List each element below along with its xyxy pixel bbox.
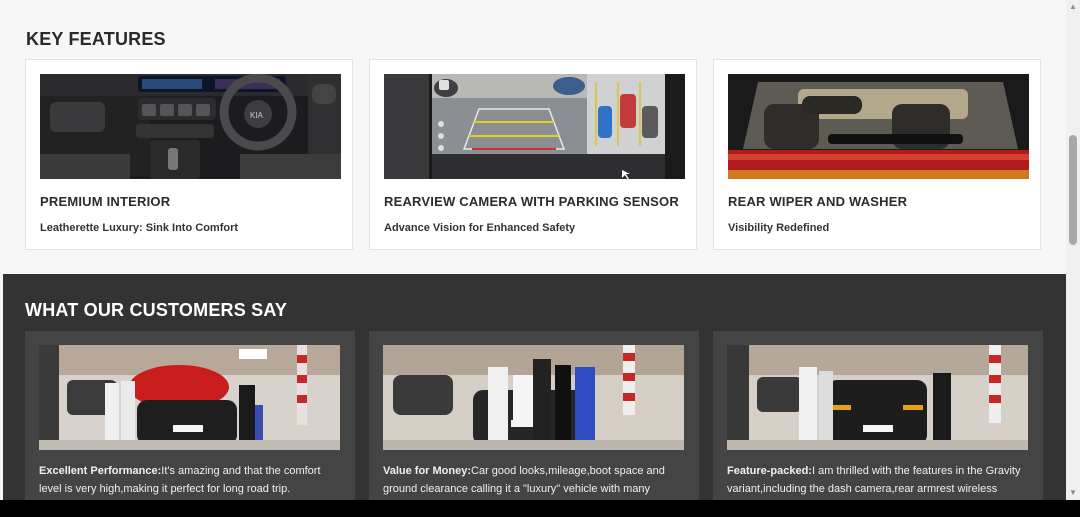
customer-delivery-photo <box>383 345 684 450</box>
scrollbar-thumb[interactable] <box>1069 135 1077 245</box>
feature-card-premium-interior[interactable]: KIA PREMIUM INTERIOR Leatherette Luxury:… <box>25 59 353 250</box>
testimonial-label: Excellent Performance: <box>39 465 162 477</box>
testimonial-text: Excellent Performance:It's amazing and t… <box>39 462 339 498</box>
feature-card-rear-wiper[interactable]: REAR WIPER AND WASHER Visibility Redefin… <box>713 59 1041 250</box>
testimonial-card[interactable]: Feature-packed:I am thrilled with the fe… <box>713 331 1043 500</box>
testimonials-title: WHAT OUR CUSTOMERS SAY <box>25 300 288 320</box>
page-viewport: KEY FEATURES KIA PREMIUM INTERIOR Leathe… <box>0 0 1066 500</box>
feature-subtitle: Visibility Redefined <box>728 222 830 234</box>
customer-testimonials-section: WHAT OUR CUSTOMERS SAY Excellent Perform… <box>3 274 1066 500</box>
scroll-down-arrow-icon[interactable]: ▼ <box>1066 486 1080 500</box>
feature-title: REARVIEW CAMERA WITH PARKING SENSOR <box>384 194 679 209</box>
testimonial-label: Value for Money: <box>383 465 472 477</box>
rearview-camera-image <box>384 74 685 179</box>
testimonial-text: Feature-packed:I am thrilled with the fe… <box>727 462 1027 498</box>
feature-card-rearview-camera[interactable]: REARVIEW CAMERA WITH PARKING SENSOR Adva… <box>369 59 697 250</box>
testimonial-label: Feature-packed: <box>727 465 812 477</box>
vertical-scrollbar[interactable]: ▲ ▼ <box>1066 0 1080 500</box>
feature-subtitle: Advance Vision for Enhanced Safety <box>384 222 576 234</box>
customer-delivery-photo <box>727 345 1028 450</box>
testimonial-card[interactable]: Value for Money:Car good looks,mileage,b… <box>369 331 699 500</box>
feature-subtitle: Leatherette Luxury: Sink Into Comfort <box>40 222 239 234</box>
scroll-up-arrow-icon[interactable]: ▲ <box>1066 0 1080 14</box>
customer-delivery-photo <box>39 345 340 450</box>
rear-wiper-image <box>728 74 1029 179</box>
key-features-title: KEY FEATURES <box>26 29 166 49</box>
key-features-section: KEY FEATURES KIA PREMIUM INTERIOR Leathe… <box>0 0 1066 272</box>
testimonial-card[interactable]: Excellent Performance:It's amazing and t… <box>25 331 355 500</box>
testimonial-text: Value for Money:Car good looks,mileage,b… <box>383 462 683 498</box>
premium-interior-image: KIA <box>40 74 341 179</box>
bottom-black-bar <box>0 500 1080 517</box>
feature-title: REAR WIPER AND WASHER <box>728 194 908 209</box>
feature-title: PREMIUM INTERIOR <box>40 194 171 209</box>
svg-text:KIA: KIA <box>250 111 264 120</box>
